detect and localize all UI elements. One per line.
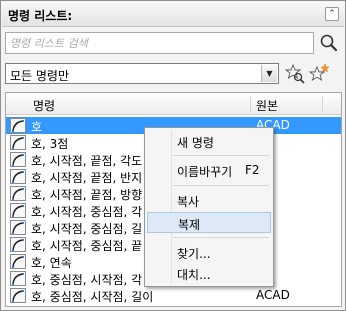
arc-command-icon [10,186,26,201]
collapse-icon[interactable]: ⌃ [325,7,339,21]
command-name: 호 [31,120,43,134]
arc-command-icon [10,254,26,269]
menu-item-shortcut: F2 [245,163,260,177]
search-input[interactable] [5,32,314,54]
arc-command-icon [10,203,26,218]
menu-item-label: 새 명령 [177,136,214,150]
command-filter-dropdown[interactable]: 모든 명령만 ▼ [5,63,279,84]
arc-command-icon [10,152,26,167]
menu-item-find[interactable]: 찾기... [147,242,271,263]
new-command-icon[interactable] [308,63,330,85]
command-list-panel: 명령 리스트: ⌃ 모든 명령만 ▼ [0,0,346,311]
arc-command-icon [10,169,26,184]
arc-command-icon [10,288,26,303]
filter-row: 모든 명령만 ▼ [5,63,343,85]
menu-item-label: 복제 [178,218,201,232]
menu-item-label: 이름바꾸기 [177,165,233,179]
menu-item-label: 대치... [177,268,211,282]
command-name: 호, 시작점, 중심점, 끝 [31,239,143,253]
panel-titlebar: 명령 리스트: ⌃ [2,2,344,27]
list-header: 명령 원본 [6,93,341,115]
column-divider [250,96,251,112]
command-name: 호, 3점 [31,137,69,151]
column-header-command[interactable]: 명령 [33,97,55,114]
arc-command-icon [10,220,26,235]
search-icon[interactable] [318,33,340,53]
menu-item-new-command[interactable]: 새 명령 [147,131,271,152]
command-name: 호, 중심점, 시작점, 길이 [31,290,154,304]
command-name: 호, 연속 [31,256,72,270]
context-menu: 새 명령 이름바꾸기 F2 복사 복제 찾기... 대치... [144,127,274,287]
menu-item-replace[interactable]: 대치... [147,263,271,284]
menu-divider [173,155,269,156]
search-row [5,32,343,54]
panel-title: 명령 리스트: [8,9,73,23]
arc-command-icon [10,271,26,286]
menu-item-label: 찾기... [177,247,211,261]
find-command-icon[interactable] [284,63,306,85]
filter-selected-value: 모든 명령만 [10,69,70,83]
menu-item-copy[interactable]: 복사 [147,190,271,211]
chevron-down-icon[interactable]: ▼ [261,65,277,82]
menu-item-label: 복사 [177,195,200,209]
command-name: 호, 시작점, 중심점, 길 [31,222,143,236]
arc-command-icon [10,237,26,252]
menu-divider [173,237,269,238]
column-header-source[interactable]: 원본 [256,97,278,114]
command-name: 호, 중심점, 시작점, 각 [31,273,143,287]
menu-item-rename[interactable]: 이름바꾸기 F2 [147,160,271,181]
command-name: 호, 시작점, 끝점, 각도 [31,154,143,168]
column-divider [322,96,323,112]
arc-command-icon [10,118,26,133]
arc-command-icon [10,135,26,150]
command-name: 호, 시작점, 끝점, 방향 [31,188,143,202]
menu-divider [173,185,269,186]
command-name: 호, 시작점, 끝점, 반지 [31,171,143,185]
list-item[interactable]: 호, 중심점, 시작점, 길이 ACAD [6,287,341,304]
menu-item-duplicate[interactable]: 복제 [147,212,271,233]
command-source: ACAD [256,288,290,302]
command-name: 호, 시작점, 중심점, 각 [31,205,143,219]
